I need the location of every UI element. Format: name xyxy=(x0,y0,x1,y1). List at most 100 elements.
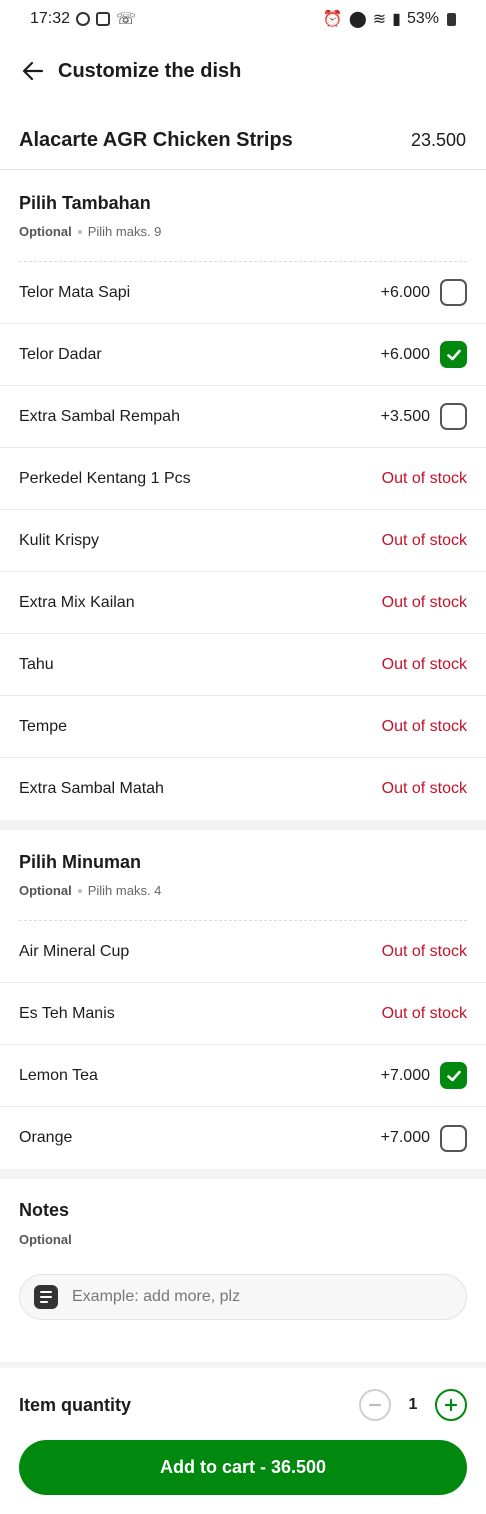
alarm-icon: ⏰ xyxy=(322,11,343,28)
notes-field[interactable] xyxy=(19,1274,467,1320)
section-separator xyxy=(0,820,486,830)
notes-input[interactable] xyxy=(72,1288,432,1306)
signal-icon: ▮ xyxy=(392,11,401,28)
battery-level: 53% xyxy=(406,10,439,27)
option-name: Es Teh Manis xyxy=(19,1004,115,1022)
section-header: Pilih Minuman Optional Pilih maks. 4 xyxy=(0,830,486,920)
call-icon: ☏ xyxy=(116,11,137,28)
option-name: Orange xyxy=(19,1129,73,1146)
quantity-value: 1 xyxy=(408,1396,418,1413)
option-row: Tahu Out of stock xyxy=(0,634,486,696)
section-pilih-minuman: Pilih Minuman Optional Pilih maks. 4 Air… xyxy=(0,830,486,1169)
add-to-cart-button[interactable]: Add to cart - 36.500 xyxy=(19,1440,467,1495)
optional-label: Optional xyxy=(19,224,72,239)
status-left: 17:32 ☏ xyxy=(30,9,136,29)
optional-label: Optional xyxy=(19,883,72,898)
option-right: Out of stock xyxy=(382,718,467,736)
back-arrow-icon[interactable] xyxy=(20,58,46,84)
section-title: Pilih Tambahan xyxy=(19,193,151,213)
option-right: +7.000 xyxy=(380,1124,467,1152)
quantity-row: Item quantity 1 xyxy=(0,1378,486,1432)
option-right: +3.500 xyxy=(381,403,467,430)
status-bar: 17:32 ☏ ⏰ ⬤ ≋ ▮ 53% xyxy=(0,0,486,38)
section-separator xyxy=(0,1362,486,1368)
separator-dot xyxy=(77,888,82,893)
section-subtitle: Optional Pilih maks. 9 xyxy=(19,224,467,239)
notes-optional-label: Optional xyxy=(19,1232,72,1247)
option-row[interactable]: Telor Dadar +6.000 xyxy=(0,324,486,386)
option-list: Telor Mata Sapi +6.000 Telor Dadar +6.000 Ex… xyxy=(0,262,486,820)
option-name: Kulit Krispy xyxy=(19,531,100,549)
option-right: +7.000 xyxy=(381,1062,467,1089)
option-right: Out of stock xyxy=(382,594,467,612)
section-separator xyxy=(0,1169,486,1179)
option-right: Out of stock xyxy=(382,943,467,961)
out-of-stock-label: Out of stock xyxy=(381,469,467,487)
option-right: Out of stock xyxy=(382,532,467,550)
option-right: Out of stock xyxy=(382,656,467,674)
dish-price: 23.500 xyxy=(410,130,466,150)
option-checkbox[interactable] xyxy=(440,1124,467,1152)
option-name: Air Mineral Cup xyxy=(19,942,130,960)
section-pilih-tambahan: Pilih Tambahan Optional Pilih maks. 9 Te… xyxy=(0,171,486,820)
notes-title: Notes xyxy=(19,1200,70,1220)
option-checkbox[interactable] xyxy=(440,403,467,430)
option-price: +3.500 xyxy=(380,407,430,425)
option-name: Lemon Tea xyxy=(19,1066,98,1084)
out-of-stock-label: Out of stock xyxy=(381,593,467,611)
quantity-stepper: 1 xyxy=(359,1389,467,1421)
option-row: Extra Sambal Matah Out of stock xyxy=(0,758,486,820)
quantity-label: Item quantity xyxy=(19,1394,132,1415)
option-row[interactable]: Lemon Tea +7.000 xyxy=(0,1045,486,1107)
out-of-stock-label: Out of stock xyxy=(381,531,467,549)
section-subtitle: Optional Pilih maks. 4 xyxy=(19,883,467,898)
out-of-stock-label: Out of stock xyxy=(381,942,467,960)
option-name: Perkedel Kentang 1 Pcs xyxy=(19,469,191,487)
battery-icon xyxy=(447,12,456,26)
decrease-quantity-button[interactable] xyxy=(359,1389,391,1421)
checkmark-icon xyxy=(446,1070,461,1081)
dish-name: Alacarte AGR Chicken Strips xyxy=(19,129,293,151)
note-icon xyxy=(34,1285,58,1309)
section-header: Pilih Tambahan Optional Pilih maks. 9 xyxy=(0,171,486,261)
option-row[interactable]: Orange +7.000 xyxy=(0,1107,486,1169)
option-row: Air Mineral Cup Out of stock xyxy=(0,921,486,983)
option-right: Out of stock xyxy=(382,1005,467,1023)
checkmark-icon xyxy=(446,349,461,360)
option-right: +6.000 xyxy=(381,341,467,368)
option-price: +6.000 xyxy=(380,345,430,363)
location-icon: ⬤ xyxy=(348,11,367,28)
option-list: Air Mineral Cup Out of stock Es Teh Manis O… xyxy=(0,921,486,1169)
out-of-stock-label: Out of stock xyxy=(381,717,467,735)
option-price: +7.000 xyxy=(380,1129,430,1146)
app-header: Customize the dish xyxy=(0,44,486,98)
option-checkbox[interactable] xyxy=(440,1062,467,1089)
option-name: Extra Sambal Rempah xyxy=(19,407,180,425)
out-of-stock-label: Out of stock xyxy=(381,655,467,673)
selection-limit: Pilih maks. 4 xyxy=(87,883,162,898)
option-name: Tahu xyxy=(19,655,54,673)
option-name: Extra Mix Kailan xyxy=(19,593,135,611)
instagram-icon xyxy=(96,12,111,26)
option-checkbox[interactable] xyxy=(440,341,467,368)
plus-icon xyxy=(444,1398,458,1412)
minus-icon xyxy=(368,1403,382,1407)
status-right: ⏰ ⬤ ≋ ▮ 53% xyxy=(323,9,456,29)
page-title: Customize the dish xyxy=(58,59,242,82)
option-name: Tempe xyxy=(19,717,68,735)
option-name: Extra Sambal Matah xyxy=(19,780,164,797)
option-price: +6.000 xyxy=(380,283,430,301)
option-row: Perkedel Kentang 1 Pcs Out of stock xyxy=(0,448,486,510)
status-time: 17:32 xyxy=(30,10,71,27)
option-right: Out of stock xyxy=(382,470,467,488)
option-name: Telor Mata Sapi xyxy=(19,283,131,301)
option-row: Es Teh Manis Out of stock xyxy=(0,983,486,1045)
option-row[interactable]: Telor Mata Sapi +6.000 xyxy=(0,262,486,324)
whatsapp-icon xyxy=(76,12,91,26)
increase-quantity-button[interactable] xyxy=(435,1389,467,1421)
dish-summary: Alacarte AGR Chicken Strips 23.500 xyxy=(0,112,486,170)
selection-limit: Pilih maks. 9 xyxy=(87,224,162,239)
option-checkbox[interactable] xyxy=(440,279,467,306)
out-of-stock-label: Out of stock xyxy=(381,780,467,797)
option-row[interactable]: Extra Sambal Rempah +3.500 xyxy=(0,386,486,448)
